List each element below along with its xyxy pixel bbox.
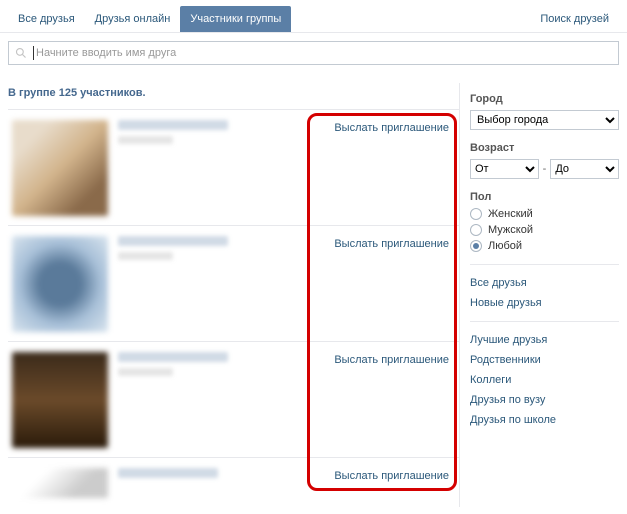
city-select[interactable]: Выбор города	[470, 110, 619, 130]
age-from-select[interactable]: От	[470, 159, 539, 179]
invite-link[interactable]: Выслать приглашение	[334, 238, 449, 250]
avatar[interactable]	[12, 236, 108, 332]
city-label: Город	[470, 93, 619, 105]
radio-label: Женский	[488, 208, 533, 220]
member-row: Выслать приглашение	[8, 225, 459, 341]
member-subtext	[118, 136, 173, 144]
age-block: Возраст От - До	[470, 142, 619, 179]
member-info	[108, 236, 455, 331]
filter-school[interactable]: Друзья по школе	[470, 410, 619, 430]
age-label: Возраст	[470, 142, 619, 154]
invite-link[interactable]: Выслать приглашение	[334, 122, 449, 134]
gender-female[interactable]: Женский	[470, 208, 619, 220]
member-subtext	[118, 368, 173, 376]
filter-group-1: Все друзья Новые друзья	[470, 264, 619, 313]
gender-label: Пол	[470, 191, 619, 203]
avatar[interactable]	[12, 468, 108, 498]
member-info	[108, 352, 455, 447]
gender-block: Пол Женский Мужской Любой	[470, 191, 619, 252]
tab-friends-online[interactable]: Друзья онлайн	[85, 6, 181, 32]
member-subtext	[118, 252, 173, 260]
radio-icon	[470, 224, 482, 236]
gender-any[interactable]: Любой	[470, 240, 619, 252]
age-dash: -	[543, 163, 547, 175]
member-row: Выслать приглашение	[8, 457, 459, 507]
member-row: Выслать приглашение	[8, 109, 459, 225]
search-row	[0, 33, 627, 73]
city-block: Город Выбор города	[470, 93, 619, 130]
text-caret	[33, 46, 34, 60]
invite-link[interactable]: Выслать приглашение	[334, 354, 449, 366]
avatar[interactable]	[12, 352, 108, 448]
filter-colleagues[interactable]: Коллеги	[470, 370, 619, 390]
tab-group-members[interactable]: Участники группы	[180, 6, 291, 32]
member-name[interactable]	[118, 468, 218, 478]
filter-best-friends[interactable]: Лучшие друзья	[470, 330, 619, 350]
search-box[interactable]	[8, 41, 619, 65]
search-input[interactable]	[36, 47, 612, 59]
age-to-select[interactable]: До	[550, 159, 619, 179]
member-name[interactable]	[118, 352, 228, 362]
group-count-header: В группе 125 участников.	[8, 73, 459, 109]
filter-relatives[interactable]: Родственники	[470, 350, 619, 370]
main-column: В группе 125 участников. Выслать приглаш…	[8, 73, 459, 507]
member-row: Выслать приглашение	[8, 341, 459, 457]
filter-all-friends[interactable]: Все друзья	[470, 273, 619, 293]
tabs-bar: Все друзья Друзья онлайн Участники групп…	[0, 0, 627, 33]
tab-all-friends[interactable]: Все друзья	[8, 6, 85, 32]
filter-group-2: Лучшие друзья Родственники Коллеги Друзь…	[470, 321, 619, 430]
sidebar: Город Выбор города Возраст От - До Пол Ж…	[459, 83, 619, 507]
filter-university[interactable]: Друзья по вузу	[470, 390, 619, 410]
member-name[interactable]	[118, 120, 228, 130]
avatar[interactable]	[12, 120, 108, 216]
radio-label: Любой	[488, 240, 522, 252]
tab-search-friends[interactable]: Поиск друзей	[530, 6, 619, 32]
member-info	[108, 120, 455, 215]
member-list: Выслать приглашение Выслать приглашение …	[8, 109, 459, 507]
radio-label: Мужской	[488, 224, 533, 236]
radio-icon	[470, 240, 482, 252]
search-icon	[15, 47, 27, 59]
filter-new-friends[interactable]: Новые друзья	[470, 293, 619, 313]
member-name[interactable]	[118, 236, 228, 246]
invite-link[interactable]: Выслать приглашение	[334, 470, 449, 482]
gender-male[interactable]: Мужской	[470, 224, 619, 236]
radio-icon	[470, 208, 482, 220]
